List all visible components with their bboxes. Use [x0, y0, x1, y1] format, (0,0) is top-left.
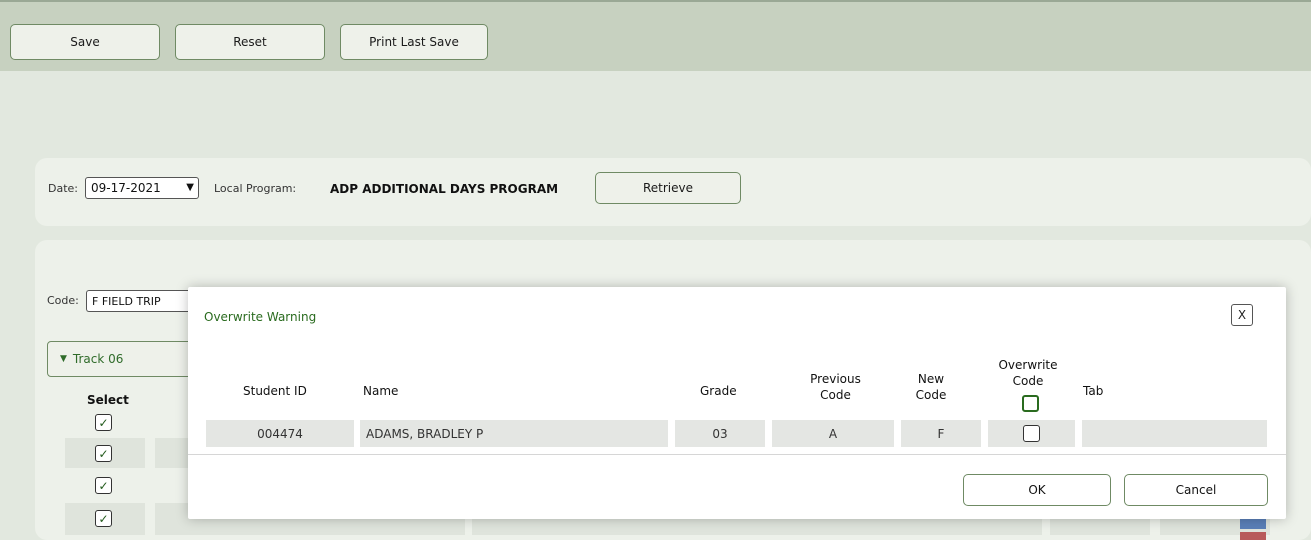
calendar-icon[interactable] [1240, 519, 1266, 529]
code-label: Code: [47, 294, 79, 307]
code-value: F FIELD TRIP [92, 294, 161, 308]
date-value: 09-17-2021 [91, 181, 161, 195]
code-select[interactable]: F FIELD TRIP [86, 290, 196, 312]
overwrite-checkbox[interactable] [1023, 425, 1040, 442]
header-overwrite-code-line1: Overwrite [998, 358, 1058, 372]
retrieve-button[interactable]: Retrieve [595, 172, 741, 204]
print-last-save-button[interactable]: Print Last Save [340, 24, 488, 60]
header-tab: Tab [1083, 384, 1104, 398]
cell-new-code: F [901, 420, 981, 447]
ok-button[interactable]: OK [963, 474, 1111, 506]
track-toggle[interactable]: ▼ Track 06 [47, 341, 197, 377]
select-checkbox[interactable]: ✓ [95, 510, 112, 527]
caret-down-icon: ▼ [60, 354, 67, 364]
dialog-title: Overwrite Warning [204, 310, 317, 324]
header-previous-code: Previous Code [793, 371, 878, 403]
header-previous-code-line2: Code [820, 388, 851, 402]
flag-icon[interactable] [1240, 532, 1266, 540]
toolbar: Save Reset Print Last Save [0, 0, 1311, 71]
cell-previous-code: A [772, 420, 894, 447]
overwrite-all-checkbox[interactable] [1022, 395, 1039, 412]
header-name: Name [363, 384, 399, 398]
cell-name: ADAMS, BRADLEY P [360, 420, 668, 447]
program-value: ADP ADDITIONAL DAYS PROGRAM [330, 182, 559, 196]
cell-tab [1082, 420, 1267, 447]
program-label: Local Program: [214, 182, 297, 195]
track-label: Track 06 [72, 352, 124, 366]
chevron-down-icon: ▼ [186, 182, 194, 193]
cancel-button[interactable]: Cancel [1124, 474, 1268, 506]
header-new-code-line2: Code [915, 388, 947, 402]
select-header: Select [87, 393, 129, 407]
date-select[interactable]: 09-17-2021 ▼ [85, 177, 199, 199]
header-overwrite-code-line2: Code [1012, 374, 1044, 388]
filter-panel: Date: 09-17-2021 ▼ Local Program: ADP AD… [35, 158, 1311, 226]
save-button[interactable]: Save [10, 24, 160, 60]
date-label: Date: [48, 182, 78, 195]
header-grade: Grade [700, 384, 737, 398]
header-overwrite-code: Overwrite Code [988, 357, 1068, 389]
cell-overwrite [988, 420, 1075, 447]
dialog-divider [188, 454, 1286, 455]
overwrite-warning-dialog: Overwrite Warning X Student ID Name Grad… [188, 287, 1286, 519]
header-new-code-line1: New [917, 372, 945, 386]
header-student-id: Student ID [243, 384, 307, 398]
close-button[interactable]: X [1231, 304, 1253, 326]
header-previous-code-line1: Previous [810, 372, 861, 386]
cell-grade: 03 [675, 420, 765, 447]
select-checkbox[interactable]: ✓ [95, 414, 112, 431]
reset-button[interactable]: Reset [175, 24, 325, 60]
select-checkbox[interactable]: ✓ [95, 477, 112, 494]
cell-student-id: 004474 [206, 420, 354, 447]
select-checkbox[interactable]: ✓ [95, 445, 112, 462]
header-new-code: New Code [906, 371, 956, 403]
